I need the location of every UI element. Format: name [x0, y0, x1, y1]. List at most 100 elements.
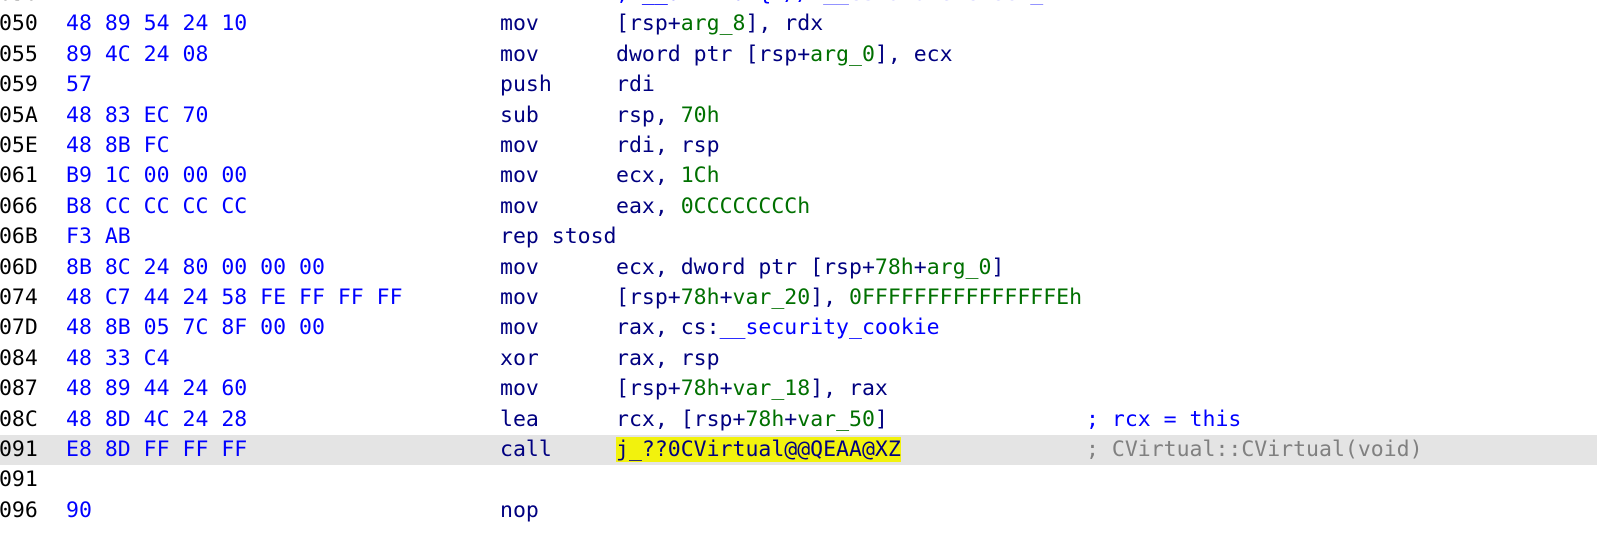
- operand-token: [rsp+: [616, 11, 681, 37]
- line-address: 1055: [0, 41, 38, 67]
- operand-token: eax,: [616, 193, 681, 219]
- disasm-line[interactable]: 1091 E8 8D FF FF FF call j_??0CVirtual@@QEA…: [0, 435, 1597, 466]
- operand-token: var_20: [732, 285, 811, 310]
- line-operands[interactable]: ; __unwind { // __GSHandlerCheck_EH: [616, 0, 1069, 9]
- operand-token: 70h: [680, 102, 720, 128]
- operand-token: dword ptr [rsp+: [616, 41, 811, 67]
- line-operands[interactable]: [rsp+78h+var_18], rax: [616, 374, 888, 404]
- operand-token: rdi, rsp: [616, 133, 720, 158]
- line-operands[interactable]: ecx, dword ptr [rsp+78h+arg_0]: [616, 253, 1004, 283]
- disasm-line[interactable]: 1074 48 C7 44 24 58 FE FF FF FF mov [rsp+78…: [0, 283, 1597, 313]
- disasm-line[interactable]: 1061 B9 1C 00 00 00 mov ecx, 1Ch: [0, 161, 1597, 191]
- line-operands[interactable]: [rsp+78h+var_20], 0FFFFFFFFFFFFFFFEh: [616, 283, 1082, 313]
- operand-token: ], rdx: [745, 11, 824, 37]
- line-mnemonic[interactable]: xor: [500, 344, 539, 374]
- disasm-line[interactable]: 105A 48 83 EC 70 sub rsp, 70h: [0, 101, 1597, 131]
- operand-token: 0FFFFFFFFFFFFFFFEh: [849, 285, 1083, 310]
- line-mnemonic[interactable]: mov: [500, 283, 539, 313]
- disasm-line[interactable]: 106D 8B 8C 24 80 00 00 00 mov ecx, dword pt…: [0, 253, 1597, 283]
- line-mnemonic[interactable]: call: [500, 435, 552, 465]
- disasm-line[interactable]: 1084 48 33 C4 xor rax, rsp: [0, 344, 1597, 374]
- disasm-line[interactable]: 1087 48 89 44 24 60 mov [rsp+78h+var_18], r…: [0, 374, 1597, 404]
- line-comment[interactable]: ; rcx = this: [1086, 405, 1241, 435]
- line-mnemonic[interactable]: mov: [500, 40, 539, 70]
- line-address: 1066: [0, 193, 38, 219]
- line-mnemonic[interactable]: push: [500, 70, 552, 100]
- line-opcode-bytes: 48 8D 4C 24 28: [66, 406, 248, 432]
- line-opcode-bytes: E8 8D FF FF FF: [66, 437, 248, 462]
- line-address: 105A: [0, 102, 38, 128]
- line-opcode-bytes: F3 AB: [66, 224, 131, 250]
- line-opcode-bytes: 89 4C 24 08: [66, 41, 209, 67]
- line-operands[interactable]: rdi, rsp: [616, 131, 720, 161]
- line-mnemonic[interactable]: lea: [500, 405, 539, 435]
- line-opcode-bytes: 48 8B FC: [66, 133, 170, 158]
- line-opcode-bytes: 90: [66, 497, 92, 523]
- line-mnemonic[interactable]: mov: [500, 131, 539, 161]
- line-mnemonic[interactable]: rep stosd: [500, 222, 617, 252]
- line-mnemonic[interactable]: mov: [500, 9, 539, 39]
- line-operands[interactable]: rdi: [616, 70, 655, 100]
- line-mnemonic[interactable]: sub: [500, 101, 539, 131]
- line-mnemonic[interactable]: nop: [500, 496, 539, 526]
- disasm-line[interactable]: 1055 89 4C 24 08 mov dword ptr [rsp+arg_0],…: [0, 40, 1597, 70]
- line-address: 108C: [0, 406, 38, 432]
- line-address: 106B: [0, 224, 38, 250]
- disasm-line[interactable]: 1050 ; __unwind { // __GSHandlerCheck_EH: [0, 0, 1597, 9]
- disasm-line[interactable]: 105E 48 8B FC mov rdi, rsp: [0, 131, 1597, 161]
- line-address: 1050: [0, 0, 38, 9]
- line-mnemonic[interactable]: mov: [500, 253, 539, 283]
- disasm-line[interactable]: 1096 90 nop: [0, 496, 1597, 526]
- operand-token: 78h: [680, 285, 720, 310]
- operand-token: var_50: [797, 406, 875, 432]
- operand-token: 78h: [680, 376, 720, 402]
- disasm-line[interactable]: 108C 48 8D 4C 24 28 lea rcx, [rsp+78h+var_5…: [0, 405, 1597, 435]
- line-address: 1059: [0, 72, 38, 98]
- operand-token: ],: [810, 285, 850, 310]
- disasm-line[interactable]: 1091: [0, 465, 1597, 495]
- line-mnemonic[interactable]: mov: [500, 313, 539, 343]
- line-operands[interactable]: rcx, [rsp+78h+var_50]: [616, 405, 888, 435]
- line-address: 1084: [0, 345, 38, 371]
- line-comment[interactable]: ; CVirtual::CVirtual(void): [1086, 435, 1423, 465]
- operand-token[interactable]: __security_cookie: [720, 315, 940, 340]
- disasm-line[interactable]: 1059 57 push rdi: [0, 70, 1597, 100]
- line-operands[interactable]: eax, 0CCCCCCCCh: [616, 192, 810, 222]
- disasm-line[interactable]: 106B F3 AB rep stosd: [0, 222, 1597, 252]
- line-operands[interactable]: [rsp+arg_8], rdx: [616, 9, 823, 39]
- operand-token: rdi: [616, 72, 655, 98]
- line-address: 1091: [0, 437, 38, 462]
- disasm-line[interactable]: 1050 48 89 54 24 10 mov [rsp+arg_8], rdx: [0, 9, 1597, 39]
- line-opcode-bytes: 48 33 C4: [66, 345, 170, 371]
- line-operands[interactable]: ecx, 1Ch: [616, 161, 720, 191]
- line-operands[interactable]: j_??0CVirtual@@QEAA@XZ: [616, 435, 901, 465]
- line-address: 1050: [0, 11, 38, 37]
- line-opcode-bytes: B8 CC CC CC CC: [66, 193, 248, 219]
- operand-token: arg_0: [926, 254, 992, 280]
- operand-token: ecx, dword ptr [rsp+: [616, 254, 875, 280]
- line-operands[interactable]: rax, cs:__security_cookie: [616, 313, 940, 343]
- disassembly-view[interactable]: 1050; __unwind { // __GSHandlerCheck_EH1…: [0, 0, 1597, 541]
- operand-token: ecx,: [616, 163, 681, 189]
- disasm-line[interactable]: 107D 48 8B 05 7C 8F 00 00 mov rax, cs:__sec…: [0, 313, 1597, 343]
- line-operands[interactable]: dword ptr [rsp+arg_0], ecx: [616, 40, 953, 70]
- operand-token: 78h: [745, 406, 785, 432]
- operand-token: +: [719, 376, 733, 402]
- line-mnemonic[interactable]: mov: [500, 374, 539, 404]
- line-opcode-bytes: 48 89 44 24 60: [66, 376, 248, 402]
- line-address: 1074: [0, 285, 38, 310]
- line-mnemonic[interactable]: mov: [500, 161, 539, 191]
- operand-token: ]: [991, 254, 1005, 280]
- disasm-line[interactable]: 1066 B8 CC CC CC CC mov eax, 0CCCCCCCCh: [0, 192, 1597, 222]
- operand-token: rsp,: [616, 102, 681, 128]
- line-operands[interactable]: rax, rsp: [616, 344, 720, 374]
- operand-token[interactable]: j_??0CVirtual@@QEAA@XZ: [616, 437, 901, 462]
- line-operands[interactable]: rsp, 70h: [616, 101, 720, 131]
- operand-token: ; __unwind { //: [616, 0, 823, 6]
- operand-token: rcx, [rsp+: [616, 406, 746, 432]
- line-address: 1091: [0, 467, 38, 493]
- operand-token: rax, cs:: [616, 315, 720, 341]
- operand-token: +: [719, 285, 733, 310]
- line-mnemonic[interactable]: mov: [500, 192, 539, 222]
- line-opcode-bytes: 48 83 EC 70: [66, 102, 209, 128]
